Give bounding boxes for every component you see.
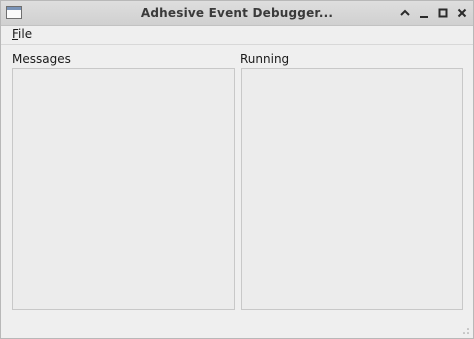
menu-file[interactable]: File [12, 27, 32, 41]
minimize-button[interactable] [417, 6, 431, 20]
running-label: Running [240, 52, 290, 66]
maximize-icon [438, 8, 448, 18]
menu-file-label: ile [18, 27, 33, 41]
close-button[interactable] [455, 6, 469, 20]
running-list[interactable] [241, 68, 463, 310]
app-window: Adhesive Event Debugger... File Messages… [0, 0, 474, 339]
resize-grip-icon[interactable] [462, 327, 470, 335]
minimize-icon [420, 16, 428, 18]
messages-label: Messages [12, 52, 71, 66]
menu-bar: File [1, 26, 473, 45]
shade-button[interactable] [398, 6, 412, 20]
close-icon [457, 8, 467, 18]
maximize-button[interactable] [436, 6, 450, 20]
chevron-up-icon [400, 9, 410, 16]
title-bar[interactable]: Adhesive Event Debugger... [1, 1, 473, 26]
messages-list[interactable] [12, 68, 235, 310]
